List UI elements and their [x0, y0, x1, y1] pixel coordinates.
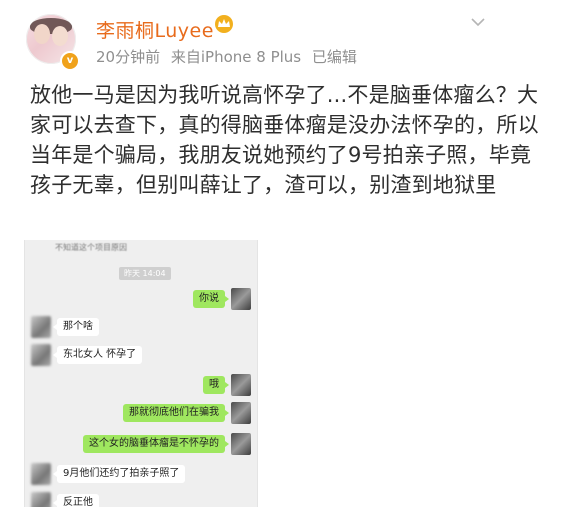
- sender-avatar: [231, 402, 251, 424]
- post-header: v 李雨桐Luyee 20分钟前 来自iPhone 8 Plus 已编辑: [0, 0, 580, 78]
- message-bubble-sent: 那就彻底他们在骗我: [123, 404, 229, 422]
- sender-avatar: [231, 374, 251, 396]
- receiver-avatar: [31, 463, 51, 485]
- chat-message: 你说: [25, 288, 257, 312]
- message-bubble-received: 9月他们还约了拍亲子照了: [52, 465, 186, 483]
- chat-timestamp: 昨天 14:04: [119, 267, 171, 280]
- message-bubble-sent: 这个女的脑垂体瘤是不怀孕的: [83, 435, 229, 453]
- vip-badge-icon: v: [60, 51, 80, 71]
- chat-message: 那就彻底他们在骗我: [25, 402, 257, 426]
- post-body: 放他一马是因为我听说高怀孕了...不是脑垂体瘤么？大家可以去查下，真的得脑垂体瘤…: [30, 83, 539, 197]
- sender-avatar: [231, 433, 251, 455]
- crown-icon: [215, 15, 233, 33]
- chat-blurred-text: 不知道这个项目原因: [55, 243, 127, 252]
- chat-screenshot: 不知道这个项目原因 昨天 14:04 你说 那个啥 东北女人 怀孕了 哦 那就彻…: [24, 240, 258, 507]
- sender-avatar: [231, 288, 251, 310]
- receiver-avatar: [31, 492, 51, 507]
- message-bubble-received: 那个啥: [53, 318, 99, 336]
- edited-label: 已编辑: [311, 48, 357, 66]
- receiver-avatar: [31, 344, 51, 366]
- message-bubble-sent: 哦: [203, 376, 229, 394]
- chat-message: 那个啥: [25, 316, 257, 340]
- post-meta: 20分钟前 来自iPhone 8 Plus 已编辑: [96, 46, 363, 67]
- chat-message: 哦: [25, 374, 257, 398]
- avatar-face-right: [52, 26, 68, 46]
- message-bubble-sent: 你说: [193, 290, 229, 308]
- message-bubble-received: 东北女人 怀孕了: [52, 346, 143, 364]
- chevron-down-icon[interactable]: [470, 16, 486, 28]
- post-source: 来自iPhone 8 Plus: [170, 48, 302, 66]
- post-time: 20分钟前: [96, 48, 161, 66]
- avatar-face-left: [34, 24, 50, 44]
- chat-message: 反正他: [25, 492, 257, 507]
- chat-message: 9月他们还约了拍亲子照了: [25, 463, 257, 487]
- message-bubble-received: 反正他: [53, 494, 99, 507]
- chat-message: 这个女的脑垂体瘤是不怀孕的: [25, 433, 257, 457]
- receiver-avatar: [31, 316, 51, 338]
- author-name[interactable]: 李雨桐Luyee: [96, 16, 214, 43]
- chat-message: 东北女人 怀孕了: [25, 344, 257, 368]
